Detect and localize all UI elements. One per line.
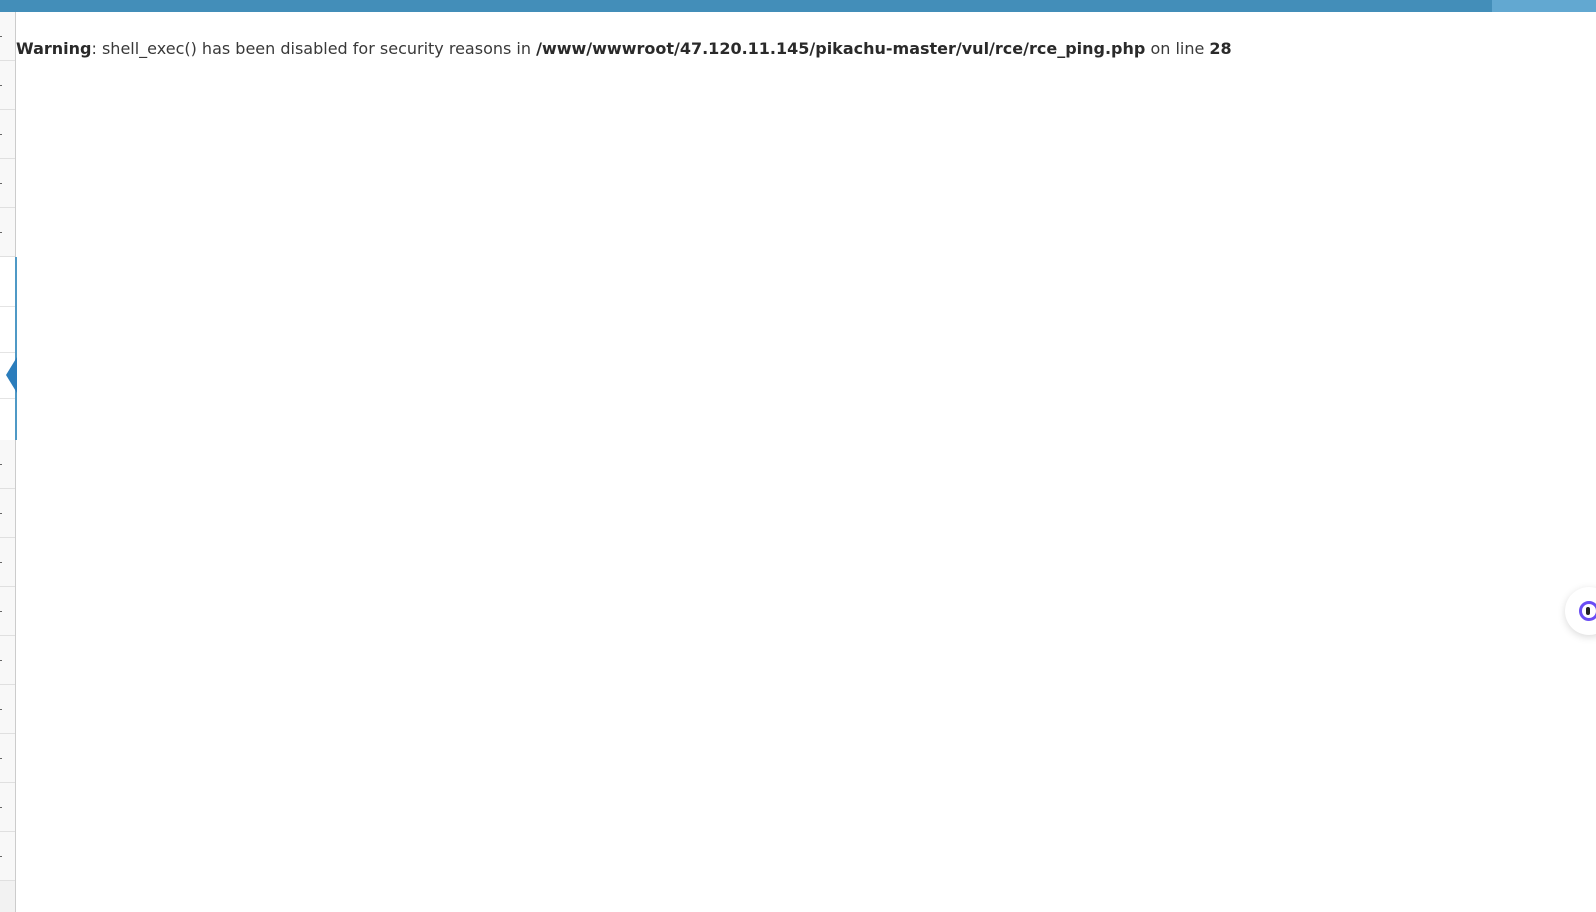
- navbar-user-area[interactable]: [1492, 0, 1596, 12]
- sidebar-item[interactable]: [0, 587, 15, 636]
- php-warning-message: Warning: shell_exec() has been disabled …: [16, 37, 1232, 61]
- sidebar-item[interactable]: [0, 538, 15, 587]
- assistant-widget-icon[interactable]: [1565, 587, 1596, 635]
- sidebar-item[interactable]: [0, 208, 15, 257]
- sidebar-item[interactable]: [0, 783, 15, 832]
- submenu-divider: [0, 352, 15, 353]
- sidebar-item[interactable]: [0, 159, 15, 208]
- sidebar-item[interactable]: [0, 440, 15, 489]
- top-navbar: [0, 0, 1596, 12]
- sidebar-item[interactable]: [0, 61, 15, 110]
- sidebar-item[interactable]: [0, 734, 15, 783]
- sidebar-item[interactable]: [0, 636, 15, 685]
- sidebar-item[interactable]: [0, 12, 15, 61]
- sidebar-submenu: [0, 257, 17, 440]
- warning-separator: :: [91, 39, 102, 58]
- assistant-eye-icon: [1586, 607, 1590, 615]
- warning-text: shell_exec() has been disabled for secur…: [101, 39, 537, 58]
- sidebar-item[interactable]: [0, 110, 15, 159]
- active-menu-arrow-icon: [6, 357, 17, 393]
- warning-line-text: on line: [1145, 39, 1210, 58]
- sidebar-item[interactable]: [0, 489, 15, 538]
- warning-file-path: /www/wwwroot/47.120.11.145/pikachu-maste…: [536, 39, 1146, 58]
- submenu-divider: [0, 306, 15, 307]
- warning-label: Warning: [16, 39, 92, 58]
- sidebar: [0, 12, 17, 912]
- warning-line-number: 28: [1209, 39, 1232, 58]
- sidebar-item[interactable]: [0, 832, 15, 881]
- sidebar-item[interactable]: [0, 685, 15, 734]
- page: Warning: shell_exec() has been disabled …: [0, 0, 1596, 912]
- submenu-divider: [0, 398, 15, 399]
